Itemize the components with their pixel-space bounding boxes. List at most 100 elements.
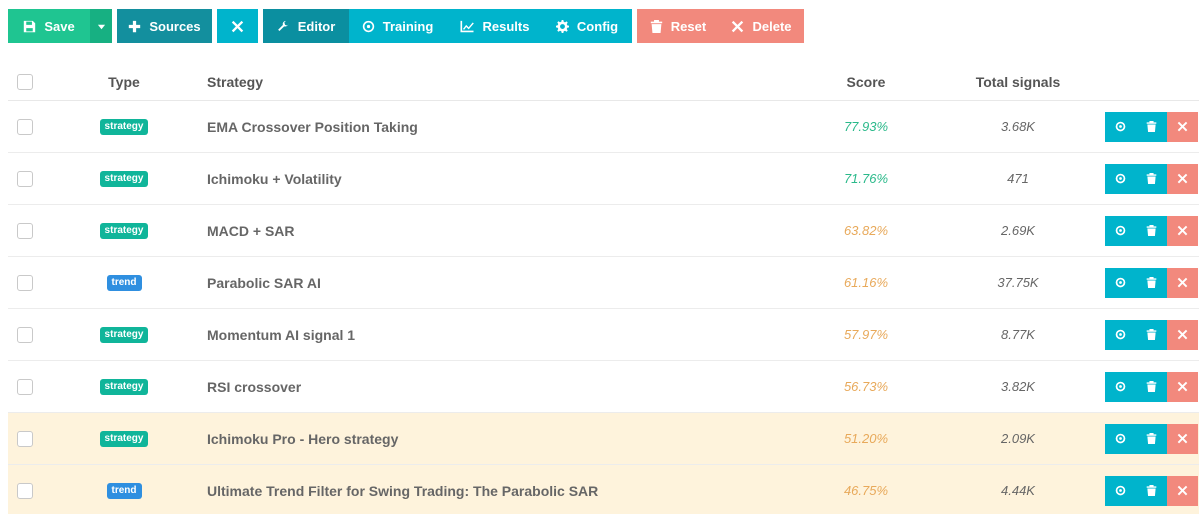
total-signals-value: 2.09K (1001, 431, 1035, 446)
trash-button[interactable] (1136, 163, 1167, 194)
trash-icon (650, 19, 662, 33)
header-total-signals[interactable]: Total signals (946, 63, 1090, 100)
remove-button[interactable] (1167, 371, 1198, 402)
row-checkbox[interactable] (17, 430, 33, 447)
tab-training[interactable]: Training (349, 9, 446, 43)
view-button[interactable] (1105, 475, 1136, 506)
strategy-name[interactable]: Ultimate Trend Filter for Swing Trading:… (207, 465, 807, 514)
close-icon (1177, 173, 1188, 184)
tab-results-label: Results (482, 18, 530, 34)
row-checkbox[interactable] (17, 482, 33, 499)
remove-button[interactable] (1167, 111, 1198, 142)
remove-button[interactable] (1167, 215, 1198, 246)
row-checkbox[interactable] (17, 378, 33, 395)
table-row[interactable]: strategy Momentum AI signal 1 57.97% 8.77K (8, 309, 1199, 361)
strategy-name[interactable]: Parabolic SAR AI (207, 257, 807, 308)
save-dropdown-button[interactable] (90, 9, 112, 43)
row-actions (1105, 267, 1198, 298)
close-icon (231, 20, 244, 32)
eye-icon (1115, 485, 1126, 496)
tab-editor-label: Editor (297, 18, 336, 34)
strategy-name[interactable]: RSI crossover (207, 361, 807, 412)
strategy-name[interactable]: Ichimoku + Volatility (207, 153, 807, 204)
row-actions (1105, 215, 1198, 246)
tab-results[interactable]: Results (446, 9, 542, 43)
header-strategy[interactable]: Strategy (207, 63, 807, 100)
header-type[interactable]: Type (80, 63, 168, 100)
delete-label: Delete (752, 18, 792, 34)
type-cell: strategy (80, 361, 168, 412)
view-button[interactable] (1105, 423, 1136, 454)
sources-button[interactable]: Sources (117, 9, 212, 43)
view-button[interactable] (1105, 371, 1136, 402)
table-header: Type Strategy Score Total signals (8, 63, 1199, 101)
table-row[interactable]: strategy MACD + SAR 63.82% 2.69K (8, 205, 1199, 257)
trash-icon (1146, 433, 1157, 444)
total-signals-value: 3.82K (1001, 379, 1035, 394)
trash-button[interactable] (1136, 267, 1167, 298)
strategy-name[interactable]: Momentum AI signal 1 (207, 309, 807, 360)
trash-icon (1146, 381, 1157, 392)
strategy-name[interactable]: EMA Crossover Position Taking (207, 101, 807, 152)
view-button[interactable] (1105, 267, 1136, 298)
remove-button[interactable] (1167, 163, 1198, 194)
trash-icon (1146, 225, 1157, 236)
delete-button[interactable]: Delete (719, 9, 804, 43)
type-cell: strategy (80, 309, 168, 360)
save-button[interactable]: Save (8, 9, 90, 43)
type-badge: trend (106, 274, 142, 291)
eye-icon (1115, 277, 1126, 288)
select-all-checkbox[interactable] (17, 73, 33, 90)
type-cell: strategy (80, 153, 168, 204)
type-badge: strategy (99, 430, 149, 447)
score-value: 77.93% (843, 119, 889, 134)
score-value: 71.76% (843, 171, 889, 186)
view-button[interactable] (1105, 111, 1136, 142)
trash-button[interactable] (1136, 111, 1167, 142)
eye-icon (1115, 173, 1126, 184)
row-actions (1105, 319, 1198, 350)
trash-button[interactable] (1136, 475, 1167, 506)
strategy-name[interactable]: MACD + SAR (207, 205, 807, 256)
trash-icon (1146, 121, 1157, 132)
type-badge: strategy (99, 118, 149, 135)
remove-button[interactable] (1167, 267, 1198, 298)
table-row[interactable]: strategy EMA Crossover Position Taking 77.… (8, 101, 1199, 153)
view-button[interactable] (1105, 215, 1136, 246)
tab-config[interactable]: Config (542, 9, 632, 43)
close-button[interactable] (217, 9, 258, 43)
view-button[interactable] (1105, 163, 1136, 194)
row-checkbox[interactable] (17, 326, 33, 343)
type-cell: strategy (80, 413, 168, 464)
toolbar: Save Sources Editor Training Results Con… (8, 9, 804, 43)
row-actions (1105, 111, 1198, 142)
row-checkbox[interactable] (17, 274, 33, 291)
gear-icon (555, 19, 569, 33)
trash-button[interactable] (1136, 371, 1167, 402)
view-button[interactable] (1105, 319, 1136, 350)
header-score[interactable]: Score (796, 63, 936, 100)
table-row[interactable]: trend Ultimate Trend Filter for Swing Tra… (8, 465, 1199, 514)
strategy-name[interactable]: Ichimoku Pro - Hero strategy (207, 413, 807, 464)
row-checkbox[interactable] (17, 222, 33, 239)
row-actions (1105, 163, 1198, 194)
reset-button[interactable]: Reset (637, 9, 719, 43)
trash-icon (1146, 485, 1157, 496)
table-row[interactable]: trend Parabolic SAR AI 61.16% 37.75K (8, 257, 1199, 309)
table-row[interactable]: strategy Ichimoku Pro - Hero strategy 51.2… (8, 413, 1199, 465)
remove-button[interactable] (1167, 475, 1198, 506)
row-checkbox[interactable] (17, 118, 33, 135)
row-checkbox[interactable] (17, 170, 33, 187)
trash-button[interactable] (1136, 319, 1167, 350)
remove-button[interactable] (1167, 319, 1198, 350)
trash-button[interactable] (1136, 215, 1167, 246)
table-row[interactable]: strategy RSI crossover 56.73% 3.82K (8, 361, 1199, 413)
line-chart-icon (460, 20, 474, 32)
trash-button[interactable] (1136, 423, 1167, 454)
type-cell: trend (80, 257, 168, 308)
tab-editor[interactable]: Editor (263, 9, 349, 43)
remove-button[interactable] (1167, 423, 1198, 454)
trash-icon (1146, 277, 1157, 288)
caret-down-icon (97, 24, 105, 29)
table-row[interactable]: strategy Ichimoku + Volatility 71.76% 471 (8, 153, 1199, 205)
